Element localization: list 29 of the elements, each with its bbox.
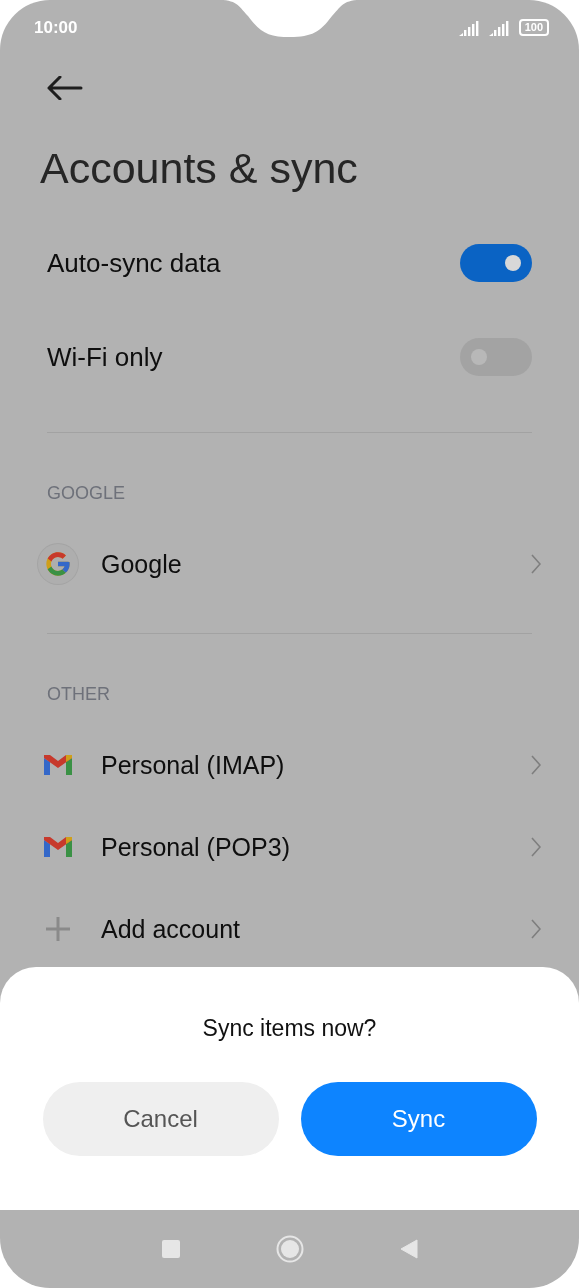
home-icon[interactable]	[275, 1235, 304, 1263]
toggle-switch[interactable]	[460, 244, 532, 282]
section-header: OTHER	[47, 683, 110, 705]
cancel-button[interactable]: Cancel	[42, 1082, 279, 1156]
google-g-icon	[38, 544, 78, 584]
recents-icon[interactable]	[161, 1240, 180, 1258]
chevron-right-icon	[531, 755, 541, 775]
account-item[interactable]: Personal (IMAP)	[101, 750, 531, 780]
mail-m-icon	[42, 753, 74, 777]
status-time: 10:00	[34, 17, 78, 38]
signal-icon	[458, 19, 481, 36]
setting-label: Wi-Fi only	[47, 341, 163, 373]
dialog-title: Sync items now?	[202, 1015, 377, 1042]
plus-icon	[45, 916, 71, 942]
sync-button[interactable]: Sync	[300, 1082, 537, 1156]
chevron-right-icon	[531, 919, 541, 939]
section-header: GOOGLE	[47, 482, 126, 504]
mail-m-icon	[42, 835, 74, 859]
back-arrow-icon[interactable]	[47, 75, 83, 100]
account-item[interactable]: Google	[101, 549, 531, 579]
signal-icon	[488, 19, 511, 36]
battery-icon: 100	[518, 19, 549, 36]
account-item[interactable]: Personal (POP3)	[101, 832, 531, 862]
back-icon[interactable]	[399, 1239, 418, 1259]
account-item[interactable]: Add account	[101, 914, 531, 944]
setting-label: Auto-sync data	[47, 247, 221, 279]
chevron-right-icon	[531, 837, 541, 857]
page-title: Accounts & sync	[40, 143, 358, 193]
chevron-right-icon	[531, 554, 541, 574]
